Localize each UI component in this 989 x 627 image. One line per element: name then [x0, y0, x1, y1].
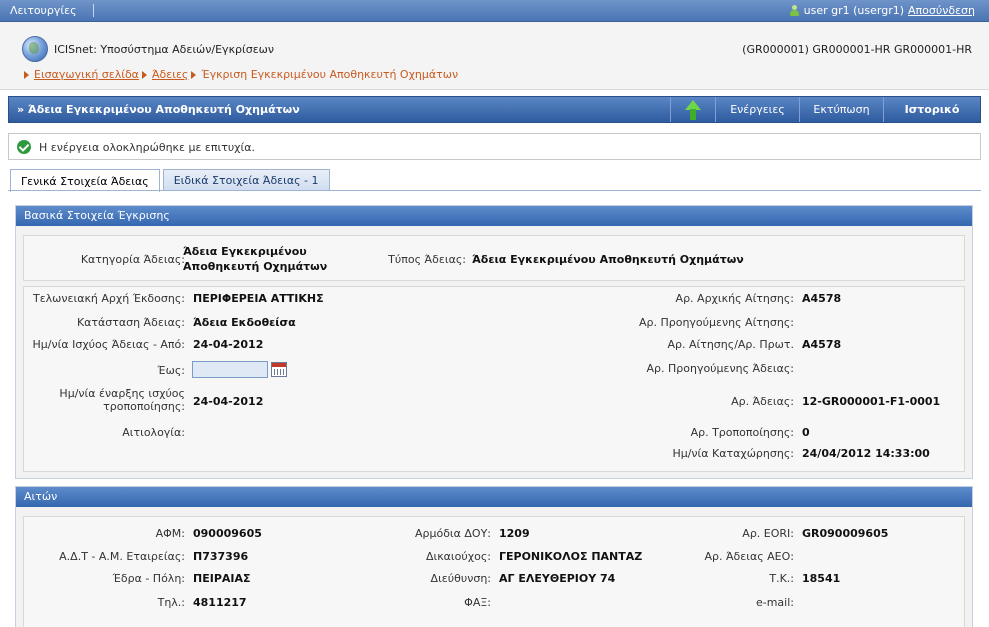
user-info: user gr1 (usergr1) Αποσύνδεση	[789, 4, 975, 17]
page-title: » Άδεια Εγκεκριμένου Αποθηκευτή Οχημάτων	[17, 103, 300, 116]
user-icon	[789, 4, 800, 17]
tab-specific[interactable]: Ειδικά Στοιχεία Άδειας - 1	[162, 169, 330, 191]
success-message-text: Η ενέργεια ολοκληρώθηκε με επιτυχία.	[39, 141, 256, 154]
address-label: Διεύθυνση:	[430, 572, 491, 585]
actions-button[interactable]: Ενέργειες	[715, 97, 799, 122]
history-button[interactable]: Ιστορικό	[883, 97, 980, 122]
initial-application-label: Αρ. Αρχικής Αίτησης:	[675, 292, 794, 305]
tab-bar: Γενικά Στοιχεία Άδειας Ειδικά Στοιχεία Ά…	[10, 169, 333, 192]
breadcrumb: Εισαγωγική σελίδα Άδειες Έγκριση Εγκεκρι…	[24, 68, 458, 81]
category-label: Κατηγορία Άδειας:	[80, 253, 185, 266]
menu-separator	[93, 4, 94, 17]
app-header: ICISnet: Υποσύστημα Αδειών/Εγκρίσεων (GR…	[0, 22, 989, 90]
app-title: ICISnet: Υποσύστημα Αδειών/Εγκρίσεων	[54, 43, 275, 56]
type-label: Τύπος Άδειας:	[388, 253, 466, 266]
category-value-line1: Άδεια Εγκεκριμένου	[183, 245, 307, 258]
email-label: e-mail:	[755, 596, 794, 609]
phone-value: 4811217	[193, 596, 247, 609]
zip-label: Τ.Κ.:	[769, 572, 794, 585]
aeo-license-label: Αρ. Άδειας ΑΕΟ:	[704, 550, 794, 563]
eori-value: GR090009605	[802, 527, 889, 540]
breadcrumb-licenses-link[interactable]: Άδειες	[152, 68, 188, 81]
validity-until-input[interactable]	[192, 361, 268, 378]
tax-office-value: 1209	[499, 527, 530, 540]
globe-icon	[22, 36, 48, 62]
amend-start-label-1: Ημ/νία έναρξης ισχύος	[59, 387, 185, 400]
breadcrumb-home-link[interactable]: Εισαγωγική σελίδα	[34, 68, 139, 81]
license-status-label: Κατάσταση Άδειας:	[76, 316, 185, 329]
tab-divider	[8, 190, 981, 191]
applicant-title: Αιτών	[16, 487, 972, 507]
validity-until-label: Έως:	[157, 364, 185, 377]
registration-date-value: 24/04/2012 14:33:00	[802, 447, 930, 460]
user-name: user gr1 (usergr1)	[803, 4, 905, 17]
fax-label: ΦΑΞ:	[464, 596, 491, 609]
basic-details-category-box: Κατηγορία Άδειας: Άδεια Εγκεκριμένου Απο…	[23, 235, 965, 281]
tab-general[interactable]: Γενικά Στοιχεία Άδειας	[10, 169, 160, 192]
customs-office-value: ΠΕΡΙΦΕΡΕΙΑ ΑΤΤΙΚΗΣ	[193, 292, 324, 305]
breadcrumb-arrow-icon	[141, 70, 147, 79]
up-arrow-icon	[684, 99, 702, 120]
amendment-number-label: Αρ. Τροποποίησης:	[690, 426, 794, 439]
basic-details-title: Βασικά Στοιχεία Έγκρισης	[16, 206, 972, 226]
adt-value: Π737396	[193, 550, 249, 563]
breadcrumb-arrow-icon	[24, 70, 29, 79]
validity-from-value: 24-04-2012	[193, 338, 264, 351]
license-number-label: Αρ. Άδειας:	[731, 395, 794, 408]
office-codes: (GR000001) GR000001-HR GR000001-HR	[742, 43, 972, 56]
customs-office-label: Τελωνειακή Αρχή Έκδοσης:	[33, 292, 185, 305]
applicant-fields-box: ΑΦΜ: 090009605 Α.Δ.Τ - Α.Μ. Εταιρείας: Π…	[23, 516, 965, 627]
application-protocol-value: A4578	[802, 338, 842, 351]
amend-start-label-2: τροποποίησης:	[103, 400, 185, 413]
seat-city-value: ΠΕΙΡΑΙΑΣ	[193, 572, 251, 585]
adt-label: Α.Δ.Τ - Α.Μ. Εταιρείας:	[59, 550, 185, 563]
application-protocol-label: Αρ. Αίτησης/Αρ. Πρωτ.	[667, 338, 794, 351]
registration-date-label: Ημ/νία Καταχώρησης:	[672, 447, 794, 460]
validity-from-label: Ημ/νία Ισχύος Άδειας - Από:	[32, 338, 185, 351]
beneficiary-value: ΓΕΡΟΝΙΚΟΛΟΣ ΠΑΝΤΑΖ	[499, 550, 643, 563]
beneficiary-label: Δικαιούχος:	[425, 550, 491, 563]
previous-license-label: Αρ. Προηγούμενης Άδειας:	[646, 362, 794, 375]
go-up-button[interactable]	[670, 97, 715, 122]
applicant-panel: Αιτών ΑΦΜ: 090009605 Α.Δ.Τ - Α.Μ. Εταιρε…	[15, 486, 973, 627]
type-value: Άδεια Εγκεκριμένου Αποθηκευτή Οχημάτων	[472, 253, 744, 266]
amendment-number-value: 0	[802, 426, 810, 439]
print-button[interactable]: Εκτύπωση	[799, 97, 883, 122]
basic-details-panel: Βασικά Στοιχεία Έγκρισης Κατηγορία Άδεια…	[15, 205, 973, 479]
functions-menu[interactable]: Λειτουργίες	[10, 4, 77, 17]
success-message: Η ενέργεια ολοκληρώθηκε με επιτυχία.	[8, 133, 981, 160]
afm-value: 090009605	[193, 527, 262, 540]
check-icon	[17, 140, 31, 154]
eori-label: Αρ. EORI:	[742, 527, 794, 540]
seat-city-label: Έδρα - Πόλη:	[112, 572, 185, 585]
address-value: ΑΓ ΕΛΕΥΘΕΡΙΟΥ 74	[499, 572, 616, 585]
amend-start-value: 24-04-2012	[193, 395, 264, 408]
license-status-value: Άδεια Εκδοθείσα	[193, 316, 296, 329]
logout-link[interactable]: Αποσύνδεση	[908, 4, 975, 17]
license-number-value: 12-GR000001-F1-0001	[802, 395, 941, 408]
top-menu-bar: Λειτουργίες user gr1 (usergr1) Αποσύνδεσ…	[0, 0, 989, 22]
breadcrumb-current: Έγκριση Εγκεκριμένου Αποθηκευτή Οχημάτων	[201, 68, 459, 81]
initial-application-value: A4578	[802, 292, 842, 305]
calendar-icon[interactable]	[271, 362, 287, 377]
basic-details-fields-box: Τελωνειακή Αρχή Έκδοσης: ΠΕΡΙΦΕΡΕΙΑ ΑΤΤΙ…	[23, 286, 965, 472]
breadcrumb-arrow-icon	[191, 70, 197, 79]
phone-label: Τηλ.:	[157, 596, 185, 609]
category-value-line2: Αποθηκευτή Οχημάτων	[183, 260, 328, 273]
justification-label: Αιτιολογία:	[122, 426, 185, 439]
previous-application-label: Αρ. Προηγούμενης Αίτησης:	[638, 316, 794, 329]
afm-label: ΑΦΜ:	[155, 527, 185, 540]
tax-office-label: Αρμόδια ΔΟΥ:	[414, 527, 491, 540]
zip-value: 18541	[802, 572, 841, 585]
page-title-bar: » Άδεια Εγκεκριμένου Αποθηκευτή Οχημάτων…	[8, 96, 981, 123]
